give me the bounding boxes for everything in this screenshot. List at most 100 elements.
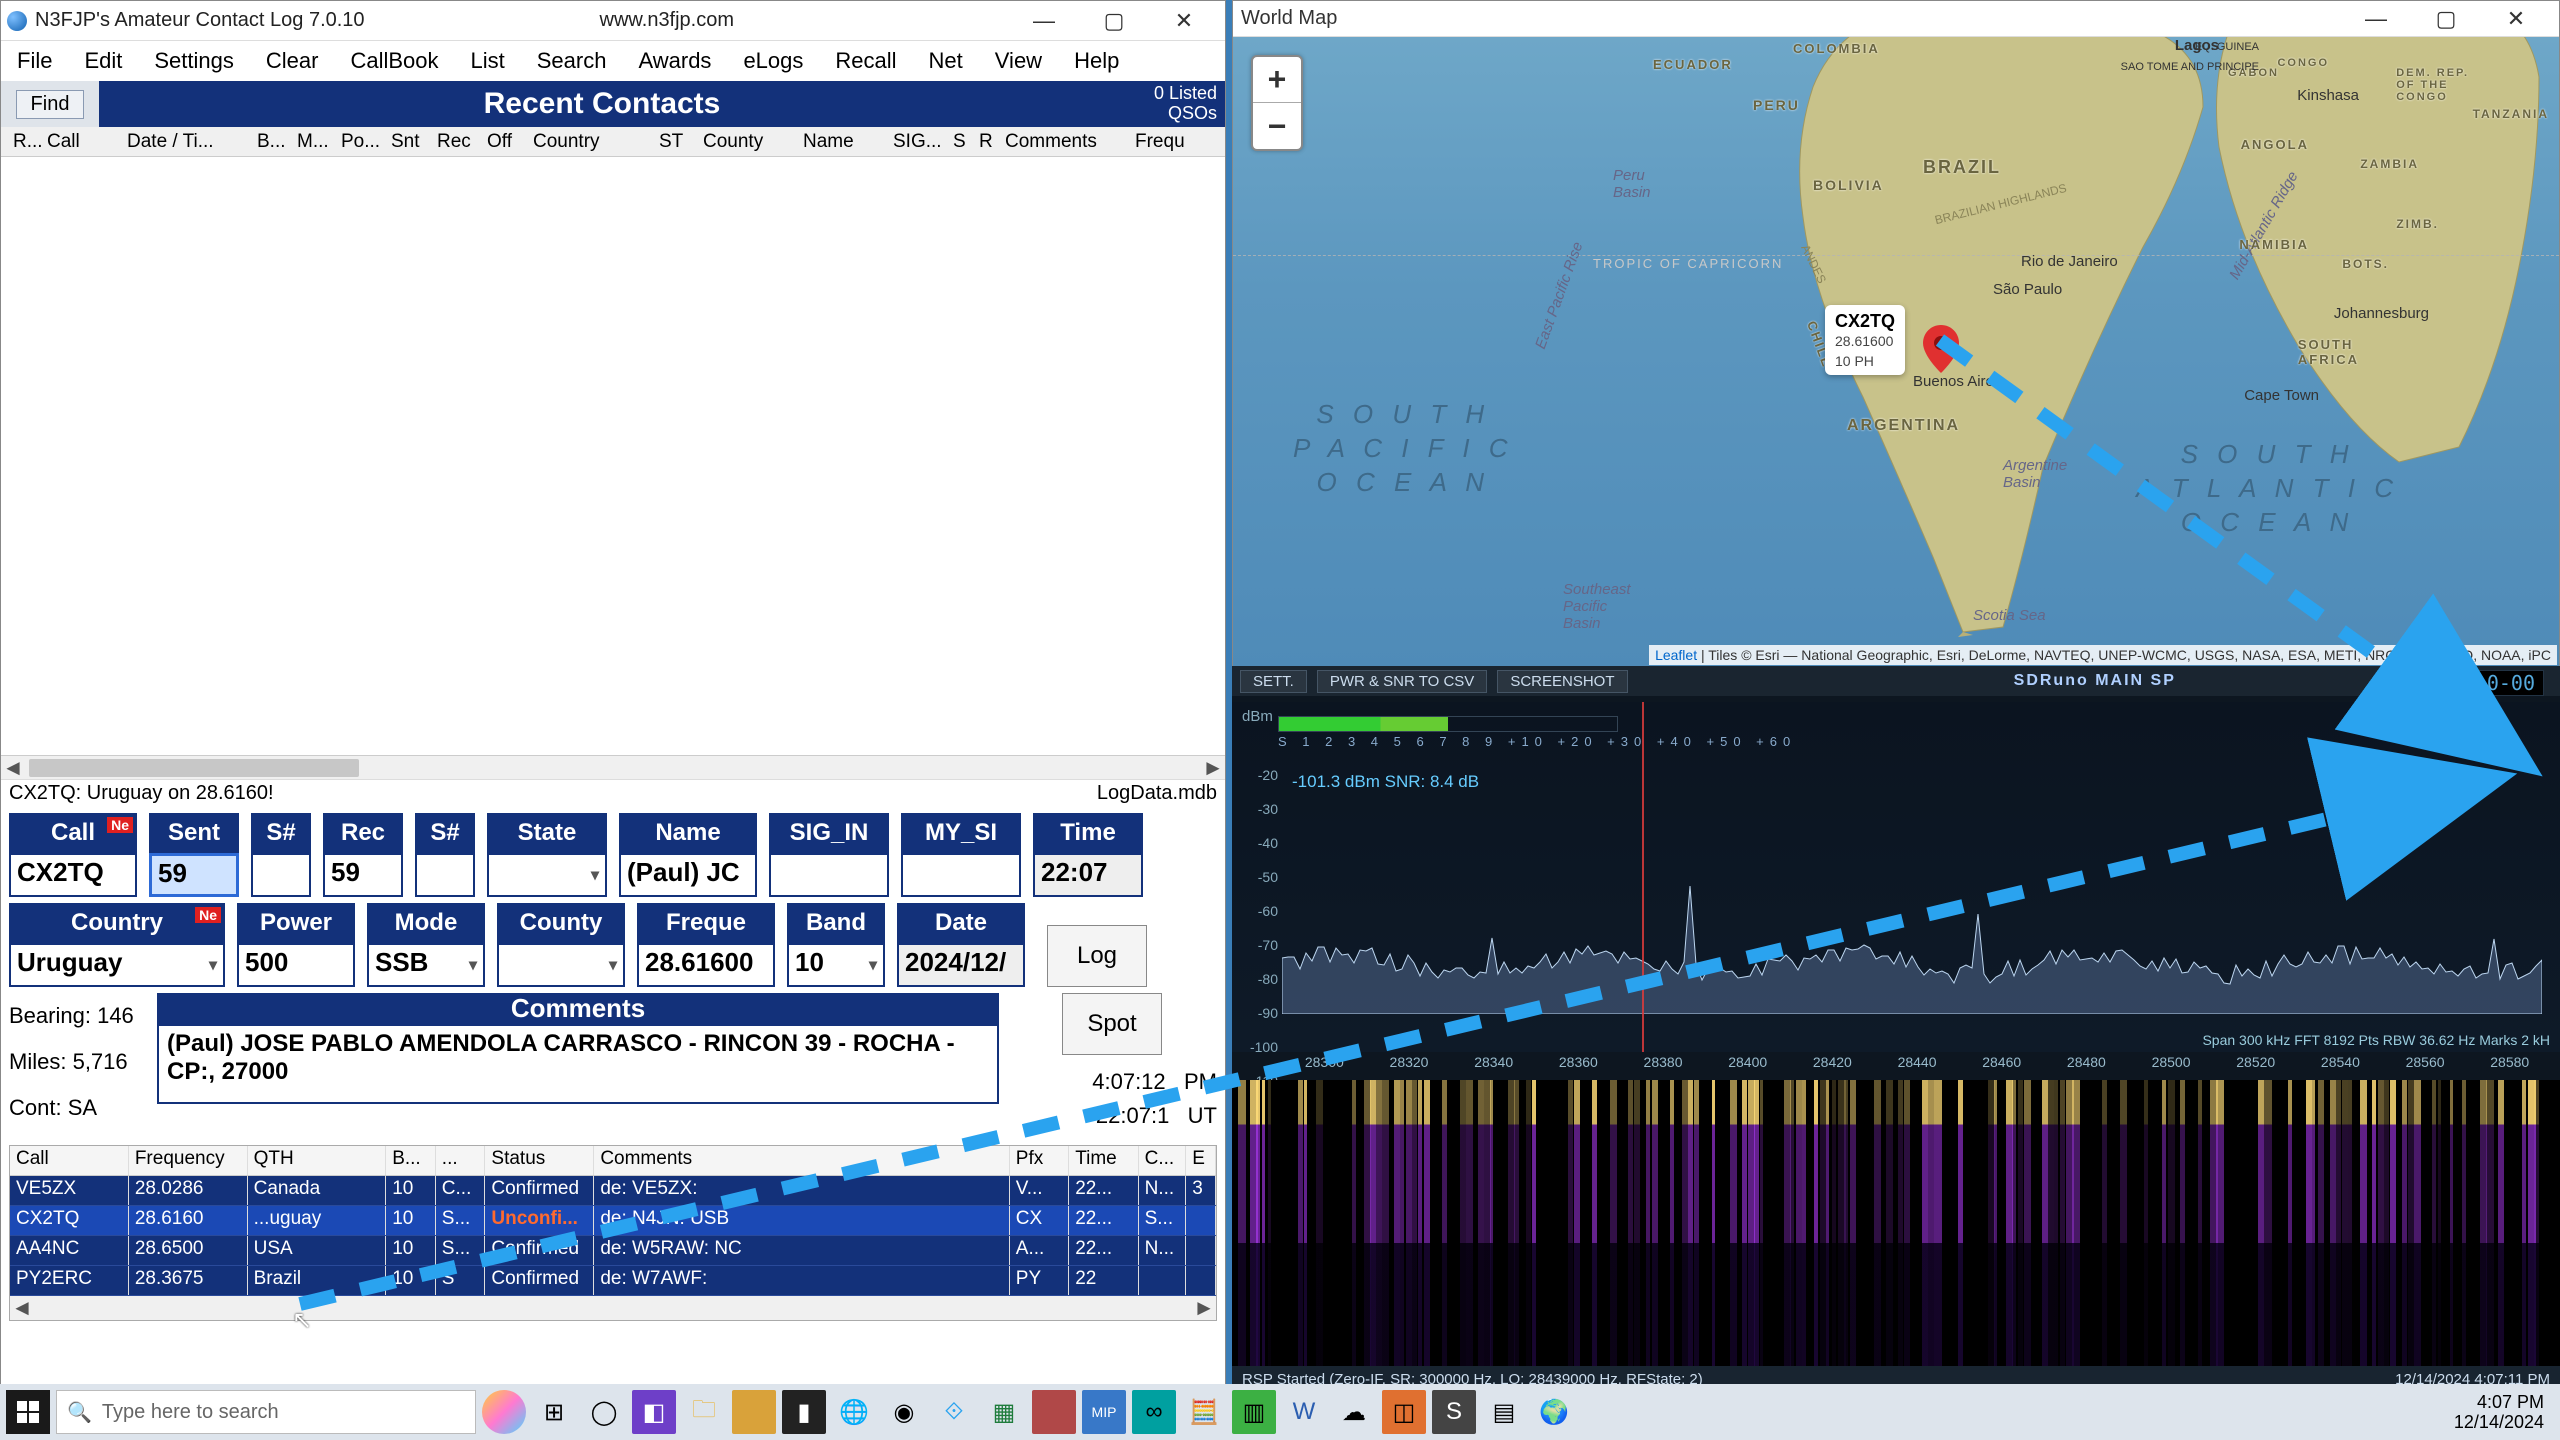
call-input[interactable]: CX2TQ (9, 853, 137, 897)
start-button[interactable] (6, 1390, 50, 1434)
menu-net[interactable]: Net (921, 44, 971, 78)
leaflet-link[interactable]: Leaflet (1655, 647, 1697, 663)
spectrum-display[interactable]: dBm S 1 2 3 4 5 6 7 8 9 +10 +20 +30 +40 … (1232, 702, 2560, 1052)
menu-file[interactable]: File (9, 44, 60, 78)
copilot-icon[interactable] (482, 1390, 526, 1434)
tune-cursor[interactable] (1642, 702, 1644, 1052)
county-input[interactable] (497, 943, 625, 987)
mode-input[interactable]: SSB (367, 943, 485, 987)
menu-elogs[interactable]: eLogs (735, 44, 811, 78)
maximize-button[interactable]: ▢ (1079, 1, 1149, 41)
label-ecuador: ECUADOR (1653, 57, 1733, 72)
sdr-screenshot-button[interactable]: SCREENSHOT (1497, 670, 1627, 693)
waterfall-display[interactable] (1232, 1080, 2560, 1376)
app-icon-6[interactable]: ▥ (1232, 1390, 1276, 1434)
app-icon-9[interactable]: ▤ (1482, 1390, 1526, 1434)
sdr-csv-button[interactable]: PWR & SNR TO CSV (1317, 670, 1487, 693)
app-icon-2[interactable] (732, 1390, 776, 1434)
terminal-icon[interactable]: ▮ (782, 1390, 826, 1434)
h-scrollbar[interactable]: ◄► (1, 755, 1225, 779)
menu-clear[interactable]: Clear (258, 44, 327, 78)
task-view-icon[interactable]: ⊞ (532, 1390, 576, 1434)
contacts-grid[interactable]: ◄► (1, 157, 1225, 779)
cluster-h-scrollbar[interactable]: ◄ ► (10, 1296, 1216, 1320)
map-pin-icon[interactable] (1923, 325, 1959, 373)
vscode-icon[interactable]: ⟐ (932, 1390, 976, 1434)
time-input[interactable]: 22:07 (1033, 853, 1143, 897)
map-callout[interactable]: CX2TQ 28.61600 10 PH (1825, 305, 1905, 375)
mysi-input[interactable] (901, 853, 1021, 897)
menu-view[interactable]: View (987, 44, 1050, 78)
country-input[interactable]: Uruguay (9, 943, 225, 987)
menu-help[interactable]: Help (1066, 44, 1127, 78)
sigin-input[interactable] (769, 853, 889, 897)
label-rio: Rio de Janeiro (2021, 253, 2118, 270)
cluster-row[interactable]: VE5ZX28.0286Canada10C...Confirmedde: VE5… (10, 1176, 1216, 1206)
folder-icon[interactable]: 🗀 (682, 1390, 726, 1434)
sent-input[interactable]: 59 (149, 853, 239, 897)
county-label: County (497, 903, 625, 943)
menu-edit[interactable]: Edit (76, 44, 130, 78)
comments-header: Comments (157, 993, 999, 1024)
comments-input[interactable]: (Paul) JOSE PABLO AMENDOLA CARRASCO - RI… (157, 1024, 999, 1104)
map-canvas[interactable]: TROPIC OF CAPRICORN S O U T HP A C I F I… (1233, 37, 2559, 667)
rec-input[interactable]: 59 (323, 853, 403, 897)
zoom-out-button[interactable]: − (1253, 103, 1301, 149)
word-icon[interactable]: W (1282, 1390, 1326, 1434)
date-input[interactable]: 2024/12/ (897, 943, 1025, 987)
rnum-input[interactable] (415, 853, 475, 897)
name-input[interactable]: (Paul) JC (619, 853, 757, 897)
cluster-columns[interactable]: Call Frequency QTH B... ... Status Comme… (10, 1146, 1216, 1176)
menu-list[interactable]: List (463, 44, 513, 78)
label-sp: São Paulo (1993, 281, 2062, 298)
map-minimize-button[interactable]: — (2341, 0, 2411, 39)
sdr-sett-button[interactable]: SETT. (1240, 670, 1307, 693)
excel-icon[interactable]: ▦ (982, 1390, 1026, 1434)
close-button[interactable]: ✕ (1149, 1, 1219, 41)
sublime-icon[interactable]: S (1432, 1390, 1476, 1434)
app-icon-8[interactable]: ◫ (1382, 1390, 1426, 1434)
app-icon-5[interactable]: ∞ (1132, 1390, 1176, 1434)
menu-callbook[interactable]: CallBook (342, 44, 446, 78)
cluster-row[interactable]: CX2TQ28.6160...uguay10S...Unconfi...de: … (10, 1206, 1216, 1236)
search-placeholder: Type here to search (102, 1401, 279, 1424)
contacts-columns[interactable]: R... Call Date / Ti... B... M... Po... S… (1, 127, 1225, 157)
cluster-row[interactable]: AA4NC28.6500USA10S...Confirmedde: W5RAW:… (10, 1236, 1216, 1266)
power-input[interactable]: 500 (237, 943, 355, 987)
app-icon-3[interactable] (1032, 1390, 1076, 1434)
minimize-button[interactable]: — (1009, 1, 1079, 41)
menu-awards[interactable]: Awards (630, 44, 719, 78)
n3fjp-titlebar[interactable]: N3FJP's Amateur Contact Log 7.0.10 www.n… (1, 1, 1225, 41)
band-input[interactable]: 10 (787, 943, 885, 987)
log-button[interactable]: Log (1047, 925, 1147, 987)
n3fjp-window: N3FJP's Amateur Contact Log 7.0.10 www.n… (0, 0, 1226, 1416)
zoom-control: + − (1251, 55, 1303, 151)
menu-recall[interactable]: Recall (827, 44, 904, 78)
menu-search[interactable]: Search (529, 44, 615, 78)
app-icon-1[interactable]: ◧ (632, 1390, 676, 1434)
chrome-icon[interactable]: ◉ (882, 1390, 926, 1434)
cortana-icon[interactable]: ◯ (582, 1390, 626, 1434)
taskbar-search[interactable]: 🔍 Type here to search (56, 1390, 476, 1434)
app-icon-7[interactable]: ☁ (1332, 1390, 1376, 1434)
map-maximize-button[interactable]: ▢ (2411, 0, 2481, 39)
find-button[interactable]: Find (16, 90, 85, 119)
south-pacific-label: S O U T HP A C I F I CO C E A N (1293, 397, 1514, 499)
snum-input[interactable] (251, 853, 311, 897)
app-icon-4[interactable]: MIP (1082, 1390, 1126, 1434)
globe-icon[interactable]: 🌍 (1532, 1390, 1576, 1434)
map-close-button[interactable]: ✕ (2481, 0, 2551, 39)
cluster-row[interactable]: PY2ERC28.3675Brazil10SConfirmedde: W7AWF… (10, 1266, 1216, 1296)
menu-settings[interactable]: Settings (146, 44, 242, 78)
map-titlebar[interactable]: World Map — ▢ ✕ (1233, 1, 2559, 37)
menubar: File Edit Settings Clear CallBook List S… (1, 41, 1225, 81)
label-drc: DEM. REP.OF THECONGO (2396, 67, 2469, 103)
zoom-in-button[interactable]: + (1253, 57, 1301, 103)
name-label: Name (619, 813, 757, 853)
taskbar-clock[interactable]: 4:07 PM 12/14/2024 (2454, 1392, 2554, 1432)
spot-button[interactable]: Spot (1062, 993, 1162, 1055)
state-input[interactable] (487, 853, 607, 897)
edge-icon[interactable]: 🌐 (832, 1390, 876, 1434)
calc-icon[interactable]: 🧮 (1182, 1390, 1226, 1434)
freq-input[interactable]: 28.61600 (637, 943, 775, 987)
